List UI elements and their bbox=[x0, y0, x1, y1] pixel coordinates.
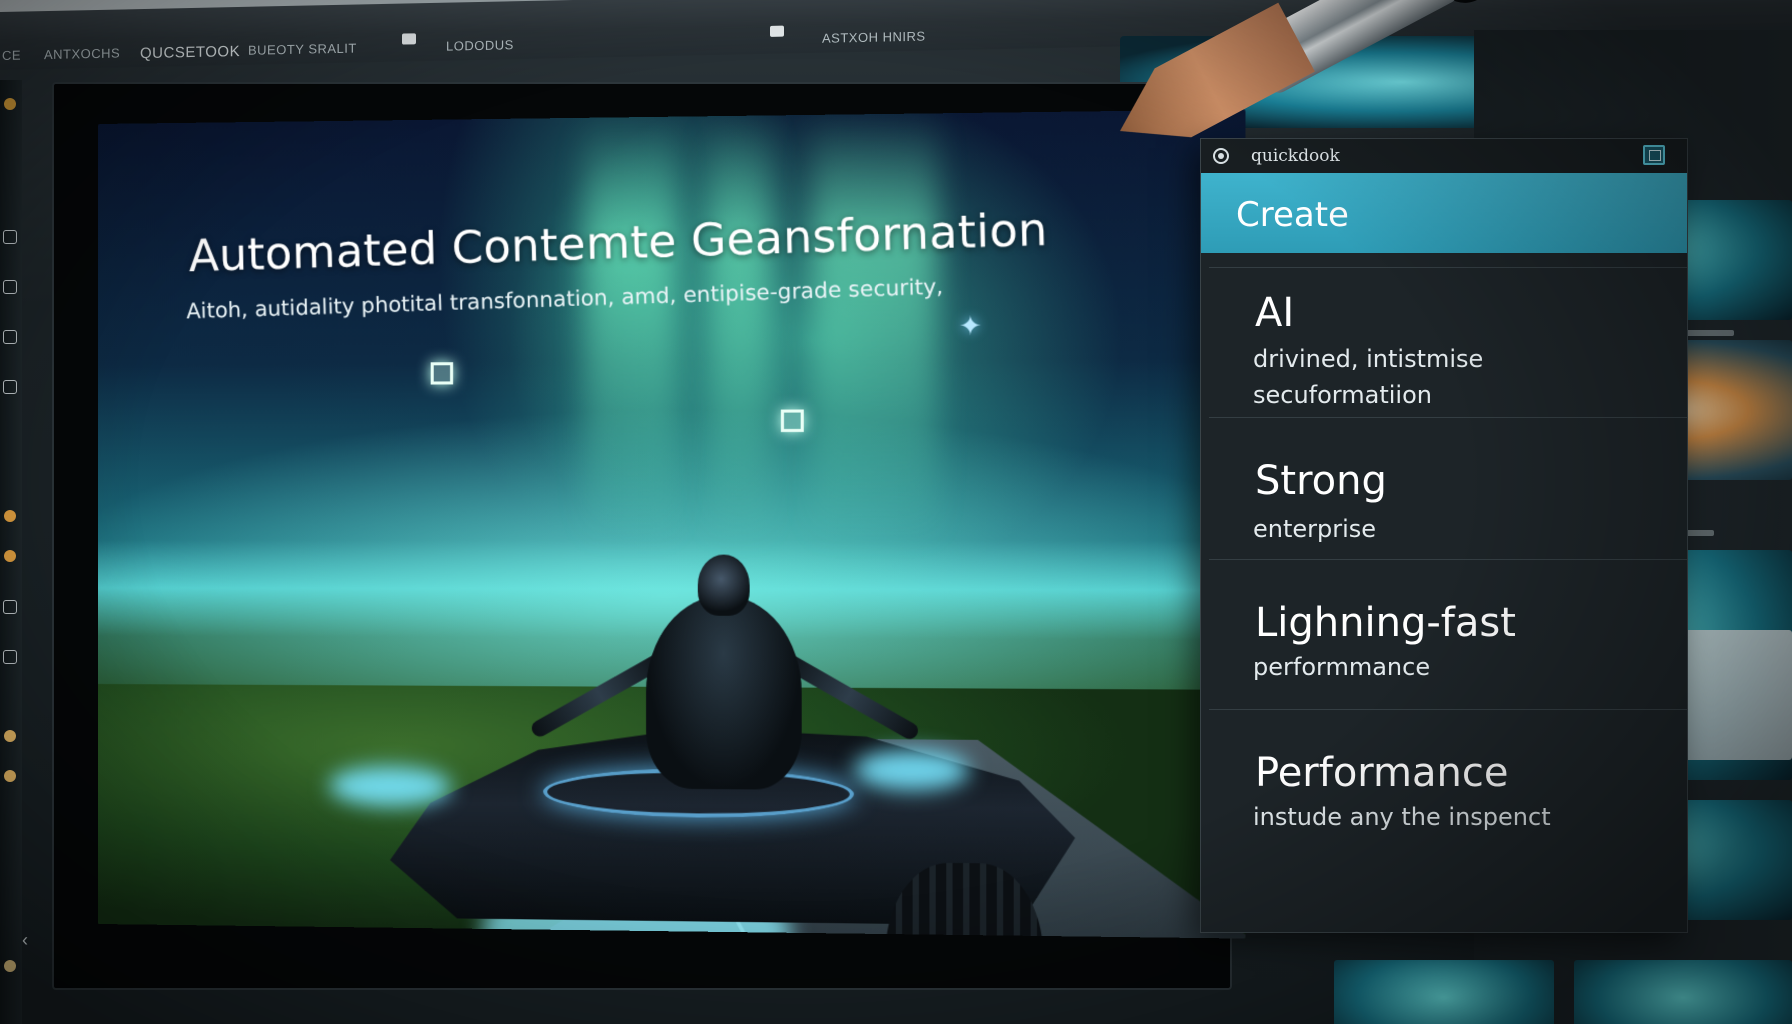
menu-item-4[interactable]: BUEOTY SRALIT bbox=[248, 41, 357, 58]
feature-title: AI bbox=[1255, 290, 1294, 336]
quicklook-panel: quickdook Create AI drivined, intistmise… bbox=[1200, 138, 1688, 933]
tool-crop-icon[interactable] bbox=[3, 380, 17, 394]
feature-desc: performmance bbox=[1253, 646, 1430, 688]
feature-desc: enterprise bbox=[1253, 508, 1376, 550]
robot-head bbox=[698, 555, 750, 616]
menu-item-1[interactable]: CE bbox=[2, 48, 21, 63]
thumbnail-image[interactable] bbox=[1574, 960, 1792, 1024]
hero-image[interactable]: ✦ Automated Contemte Geansfornation Aito… bbox=[98, 109, 1246, 938]
floating-square bbox=[431, 362, 453, 384]
thumbnail-image[interactable] bbox=[1334, 960, 1554, 1024]
feature-title: Lighning-fast bbox=[1255, 600, 1516, 646]
feature-desc: instude any the inspenct bbox=[1253, 796, 1551, 838]
menu-item-3[interactable]: QUCSETOOK bbox=[140, 43, 240, 62]
feature-title: Strong bbox=[1255, 458, 1387, 504]
menu-item-6[interactable]: ASTXOH HNIRS bbox=[822, 29, 926, 46]
chevron-left-icon[interactable]: ‹ bbox=[22, 930, 40, 952]
tool-rail bbox=[0, 80, 22, 1024]
feature-item-lightning-fast[interactable]: Lighning-fast performmance bbox=[1209, 559, 1687, 709]
create-button[interactable]: Create bbox=[1201, 173, 1687, 253]
window-icon[interactable] bbox=[770, 26, 784, 37]
tool-lasso-icon[interactable] bbox=[3, 330, 17, 344]
robot-figure bbox=[646, 595, 802, 790]
panel-title: quickdook bbox=[1251, 146, 1340, 166]
radio-icon[interactable] bbox=[1213, 148, 1229, 164]
create-button-label: Create bbox=[1236, 195, 1349, 235]
tool-swatch-icon[interactable] bbox=[4, 730, 16, 742]
tool-select-icon[interactable] bbox=[3, 230, 17, 244]
aurora-band bbox=[708, 115, 770, 544]
menu-bar-highlight bbox=[0, 0, 1792, 12]
maximize-icon[interactable] bbox=[1643, 145, 1665, 165]
sparkle-icon: ✦ bbox=[959, 310, 991, 341]
headlight bbox=[854, 749, 969, 791]
tool-swatch-icon[interactable] bbox=[4, 960, 16, 972]
tool-color-icon[interactable] bbox=[4, 98, 16, 110]
tool-brush-icon[interactable] bbox=[3, 280, 17, 294]
aurora-band bbox=[584, 117, 677, 545]
menu-item-5[interactable]: LODODUS bbox=[446, 37, 514, 53]
panel-header: quickdook bbox=[1201, 139, 1687, 173]
tool-fill-icon[interactable] bbox=[4, 510, 16, 522]
menu-item-2[interactable]: ANTXOCHS bbox=[44, 45, 120, 62]
feature-item-strong[interactable]: Strong enterprise bbox=[1209, 417, 1687, 559]
tool-swatch-icon[interactable] bbox=[4, 770, 16, 782]
feature-title: Performance bbox=[1255, 750, 1508, 796]
feature-desc: secuformatiion bbox=[1253, 374, 1432, 416]
window-icon[interactable] bbox=[402, 33, 416, 44]
tool-pen-icon[interactable] bbox=[3, 600, 17, 614]
floating-square bbox=[781, 409, 804, 432]
tool-fill-icon[interactable] bbox=[4, 550, 16, 562]
feature-item-ai[interactable]: AI drivined, intistmise secuformatiion bbox=[1209, 267, 1687, 417]
aurora-band bbox=[812, 113, 938, 544]
tool-eraser-icon[interactable] bbox=[3, 650, 17, 664]
app-window: CE ANTXOCHS QUCSETOOK BUEOTY SRALIT LODO… bbox=[0, 0, 1792, 1024]
feature-item-performance[interactable]: Performance instude any the inspenct bbox=[1209, 709, 1687, 933]
